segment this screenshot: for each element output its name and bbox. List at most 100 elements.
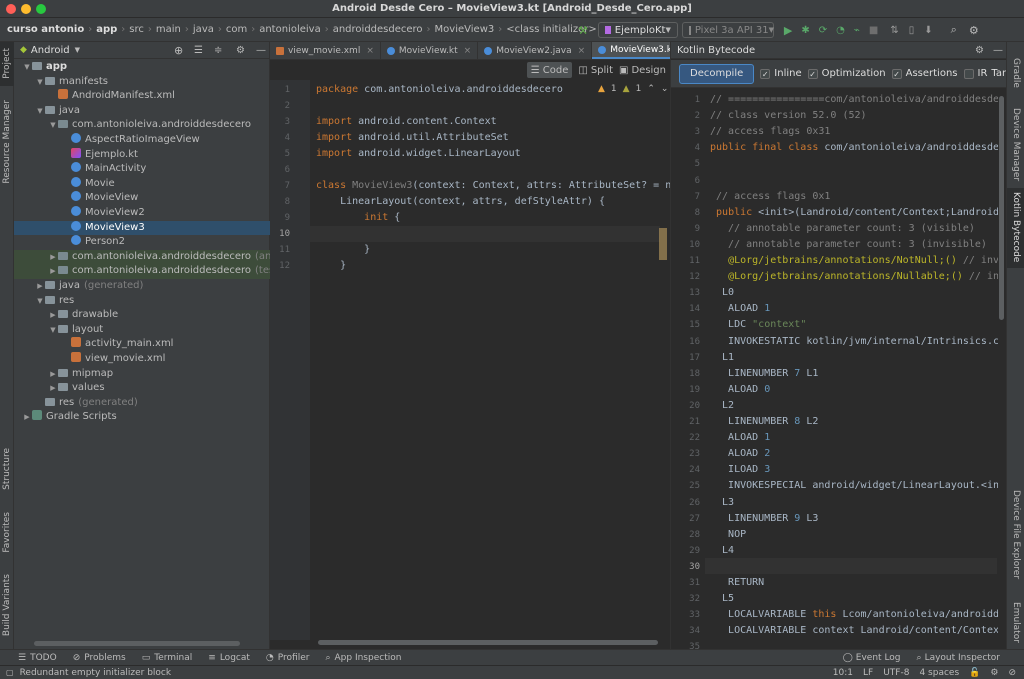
tree-item[interactable]: ▶com.antonioleiva.androiddesdecero(andro… (14, 249, 320, 265)
tree-item[interactable]: AspectRatioImageView (14, 133, 270, 148)
todo-button[interactable]: ☰ TODO (10, 653, 65, 663)
settings-icon[interactable]: ⚙ (975, 45, 984, 56)
expand-arrow-icon[interactable]: ▼ (48, 118, 58, 133)
close-icon[interactable]: × (366, 46, 374, 56)
status-icon[interactable]: ▢ (6, 668, 14, 677)
device-manager-tool-tab[interactable]: Device Manager (1011, 108, 1021, 181)
chevron-down-icon[interactable]: ⌄ (661, 84, 669, 94)
editor-vertical-scrollbar[interactable] (659, 228, 667, 260)
chevron-down-icon[interactable]: ▼ (75, 46, 80, 54)
structure-tool-tab[interactable]: Structure (2, 448, 12, 490)
resource-manager-tool-tab[interactable]: Resource Manager (2, 100, 12, 184)
checked-checkbox[interactable]: ✓ (891, 68, 902, 79)
collapse-arrow-icon[interactable]: ▶ (48, 264, 58, 279)
lock-icon[interactable]: 🔓 (969, 668, 980, 678)
emulator-tool-tab[interactable]: Emulator (1011, 602, 1021, 643)
project-view-selector[interactable]: Android (31, 45, 70, 56)
collapse-arrow-icon[interactable]: ▶ (48, 367, 58, 382)
sdk-manager-icon[interactable]: ⬇ (924, 25, 932, 36)
file-encoding[interactable]: UTF-8 (883, 668, 909, 678)
expand-arrow-icon[interactable]: ▼ (22, 60, 32, 75)
tree-item[interactable]: activity_main.xml (14, 337, 270, 352)
collapse-arrow-icon[interactable]: ▶ (48, 250, 58, 265)
hide-icon[interactable]: — (256, 45, 266, 56)
collapse-all-icon[interactable]: ☰ (194, 45, 203, 56)
unchecked-checkbox[interactable] (963, 68, 974, 79)
debug-icon[interactable]: ✱ (801, 25, 809, 36)
tree-item[interactable]: Movie (14, 176, 270, 192)
tree-item[interactable]: ▶ values (14, 381, 270, 396)
split-mode-button[interactable]: ◫ Split (578, 62, 613, 78)
tree-item[interactable]: Ejemplo.kt (14, 147, 270, 163)
build-variants-tool-tab[interactable]: Build Variants (2, 574, 12, 636)
tree-item[interactable]: MainActivity (14, 162, 270, 177)
tree-item[interactable]: ▼ com.antonioleiva.androiddesdecero (14, 118, 270, 133)
tree-item[interactable]: res (generated) (14, 396, 270, 411)
bytecode-vertical-scrollbar[interactable] (999, 96, 1004, 320)
close-icon[interactable]: × (464, 46, 472, 56)
line-separator[interactable]: LF (863, 668, 873, 678)
tree-item[interactable]: MovieView2 (14, 206, 270, 221)
tree-item[interactable]: ▶ java (generated) (14, 279, 270, 294)
checked-checkbox[interactable]: ✓ (807, 68, 818, 79)
editor-tab[interactable]: MovieView.kt × (381, 42, 479, 59)
project-tool-tab[interactable]: Project (2, 48, 12, 79)
expand-arrow-icon[interactable]: ▼ (48, 323, 58, 338)
favorites-tool-tab[interactable]: Favorites (2, 512, 12, 553)
tree-item[interactable]: view_movie.xml (14, 352, 270, 367)
decompile-button[interactable]: Decompile (679, 63, 755, 84)
expand-all-icon[interactable]: ≑ (214, 45, 222, 56)
editor-horizontal-scrollbar[interactable] (318, 640, 658, 645)
expand-arrow-icon[interactable]: ▼ (35, 294, 45, 309)
tree-item[interactable]: ▶ Gradle Scripts (14, 410, 270, 425)
attach-debugger-icon[interactable]: ⌁ (854, 25, 860, 36)
hide-icon[interactable]: — (993, 45, 1003, 56)
code-mode-button[interactable]: ☰ Code (526, 62, 573, 78)
problems-button[interactable]: ⊘ Problems (65, 653, 134, 663)
settings-icon[interactable]: ⚙ (236, 45, 245, 56)
device-dropdown[interactable]: Pixel 3a API 31 ▼ (681, 22, 774, 38)
sync-icon[interactable]: ⇅ (890, 25, 898, 36)
tree-item[interactable]: ▼ app (14, 60, 270, 75)
caret-position[interactable]: 10:1 (833, 668, 853, 678)
tree-item[interactable]: ▼ java (14, 104, 270, 119)
breadcrumb-item[interactable]: com (223, 24, 250, 35)
git-icon[interactable]: ⚙ (990, 668, 998, 678)
tree-item[interactable]: ▼ manifests (14, 75, 270, 90)
logcat-button[interactable]: ≡ Logcat (200, 653, 258, 663)
gradle-tool-tab[interactable]: Gradle (1011, 58, 1021, 88)
breadcrumb-item[interactable]: androiddesdecero (330, 24, 426, 35)
locate-icon[interactable]: ⊕ (174, 44, 183, 57)
collapse-arrow-icon[interactable]: ▶ (22, 410, 32, 425)
inspection-widget[interactable]: ▲ 1 ▲ 1 ⌃ ⌄ (598, 84, 668, 94)
close-icon[interactable]: × (578, 46, 586, 56)
breadcrumb-item[interactable]: src (126, 24, 147, 35)
device-file-explorer-tool-tab[interactable]: Device File Explorer (1011, 490, 1021, 579)
apply-changes-icon[interactable]: ⟳ (819, 25, 827, 36)
app-inspection-button[interactable]: ⌕ App Inspection (317, 653, 409, 663)
tree-item[interactable]: MovieView (14, 191, 270, 206)
breadcrumb-item[interactable]: MovieView3 (432, 24, 498, 35)
editor-tab[interactable]: view_movie.xml × (270, 42, 381, 59)
tree-item[interactable]: ▼ res (14, 294, 270, 309)
kotlin-bytecode-tool-tab[interactable]: Kotlin Bytecode (1011, 192, 1021, 262)
editor-tab[interactable]: MovieView2.java × (478, 42, 593, 59)
stop-icon[interactable]: ■ (869, 25, 878, 36)
minimize-window-button[interactable] (21, 4, 31, 14)
breadcrumb-item[interactable]: java (190, 24, 217, 35)
tree-item[interactable]: ▶ com.antonioleiva.androiddesdecero (test) (14, 264, 282, 279)
avd-manager-icon[interactable]: ▯ (909, 25, 915, 36)
expand-arrow-icon[interactable]: ▼ (35, 104, 45, 119)
chevron-up-icon[interactable]: ⌃ (647, 84, 655, 94)
tree-item[interactable]: Person2 (14, 235, 270, 250)
breadcrumb-item[interactable]: app (93, 24, 120, 35)
tree-item[interactable]: MovieView3 (14, 220, 270, 236)
event-log-button[interactable]: ◯ Event Log (835, 653, 909, 663)
design-mode-button[interactable]: ▣ Design (619, 62, 666, 78)
tree-item[interactable]: ▼ layout (14, 323, 270, 338)
run-config-dropdown[interactable]: EjemploKt ▼ (597, 22, 678, 38)
profiler-button[interactable]: ◔ Profiler (258, 653, 318, 663)
inspection-icon[interactable]: ⊘ (1008, 668, 1016, 678)
tree-item[interactable]: AndroidManifest.xml (14, 89, 270, 104)
breadcrumb-item[interactable]: main (153, 24, 184, 35)
